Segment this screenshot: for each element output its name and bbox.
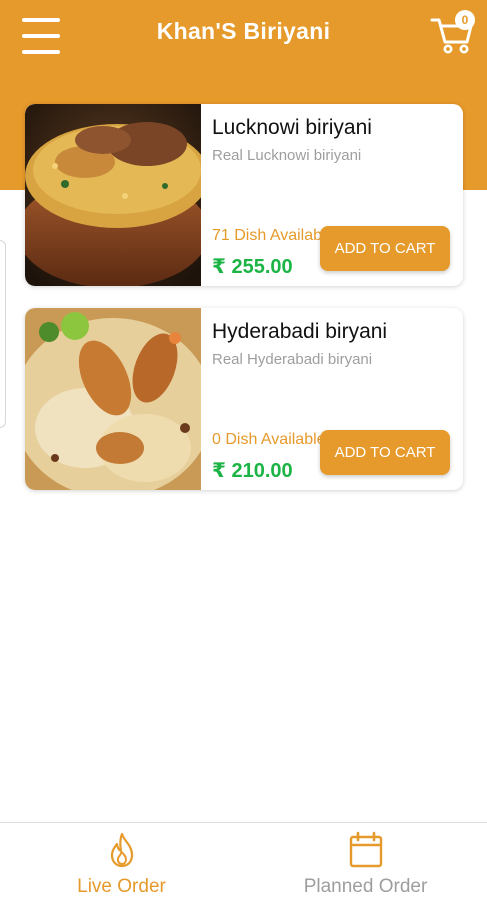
dish-card: Lucknowi biriyani Real Lucknowi biriyani… [25, 104, 463, 286]
nav-label: Planned Order [303, 876, 428, 897]
add-to-cart-button[interactable]: ADD TO CART [320, 430, 450, 475]
add-to-cart-button[interactable]: ADD TO CART [320, 226, 450, 271]
dish-availability: 0 Dish Available [212, 431, 322, 448]
nav-live-order[interactable]: Live Order [0, 823, 243, 900]
dish-image [25, 308, 201, 490]
cart-button[interactable]: 0 [430, 10, 478, 56]
dish-image [25, 104, 201, 286]
dish-price: ₹ 210.00 [212, 460, 293, 482]
nav-planned-order[interactable]: Planned Order [244, 823, 487, 900]
bottom-navigation: Live Order Planned Order [0, 822, 487, 900]
dish-price: ₹ 255.00 [212, 256, 293, 278]
dish-card: Hyderabadi biryani Real Hyderabadi birya… [25, 308, 463, 490]
side-drawer-handle[interactable] [0, 240, 6, 428]
calendar-icon [349, 831, 382, 868]
dish-name: Lucknowi biriyani [212, 116, 372, 139]
nav-label: Live Order [77, 876, 166, 897]
dish-name: Hyderabadi biryani [212, 320, 388, 343]
dish-description: Real Lucknowi biriyani [212, 147, 362, 164]
page-title: Khan'S Biriyani [156, 18, 331, 44]
dish-description: Real Hyderabadi biryani [212, 351, 373, 368]
cart-count-badge: 0 [455, 10, 475, 30]
dish-availability: 71 Dish Available [212, 227, 322, 244]
flame-icon [110, 832, 133, 868]
